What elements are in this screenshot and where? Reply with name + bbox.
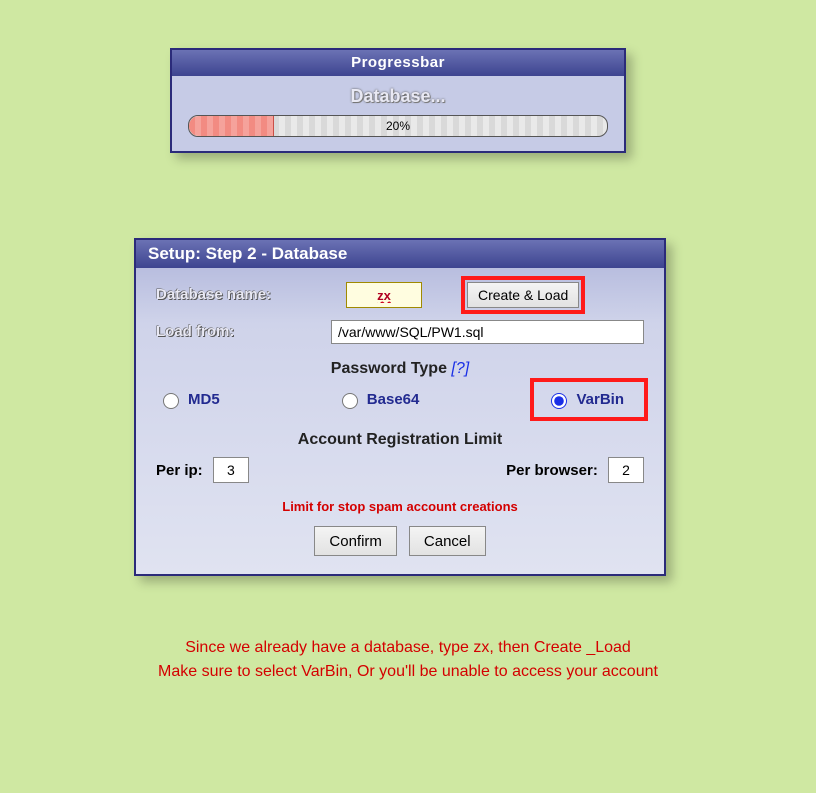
progress-panel: Progressbar Database... 20% (170, 48, 626, 153)
load-from-input[interactable] (331, 320, 644, 344)
radio-varbin-input[interactable] (551, 393, 567, 409)
radio-md5[interactable]: MD5 (158, 390, 220, 409)
setup-title: Setup: Step 2 - Database (136, 240, 664, 268)
password-type-radios: MD5 Base64 VarBin (156, 384, 644, 415)
password-type-title: Password Type [?] (156, 360, 644, 378)
password-type-help-icon[interactable]: [?] (451, 360, 469, 377)
annotation-line-2: Make sure to select VarBin, Or you'll be… (0, 660, 816, 684)
spam-note: Limit for stop spam account creations (156, 499, 644, 514)
reg-limit-title: Account Registration Limit (156, 431, 644, 449)
per-browser-group: Per browser: (506, 457, 644, 483)
progress-title: Progressbar (172, 50, 624, 76)
per-ip-label: Per ip: (156, 462, 203, 479)
radio-varbin[interactable]: VarBin (536, 384, 642, 415)
per-browser-input[interactable] (608, 457, 644, 483)
per-ip-input[interactable] (213, 457, 249, 483)
db-name-label: Database name: (156, 287, 286, 304)
create-load-button[interactable]: Create & Load (467, 282, 579, 308)
db-name-row: Database name: Create & Load (156, 282, 644, 308)
annotation-line-1: Since we already have a database, type z… (0, 636, 816, 660)
cancel-button[interactable]: Cancel (409, 526, 486, 556)
confirm-button[interactable]: Confirm (314, 526, 397, 556)
load-from-row: Load from: (156, 320, 644, 344)
action-buttons: Confirm Cancel (156, 526, 644, 556)
radio-base64-input[interactable] (342, 393, 358, 409)
progress-body: Database... 20% (172, 76, 624, 151)
progress-percent: 20% (189, 116, 607, 136)
radio-base64-label: Base64 (367, 391, 420, 408)
db-name-input[interactable] (346, 282, 422, 308)
radio-md5-input[interactable] (163, 393, 179, 409)
radio-base64[interactable]: Base64 (337, 390, 420, 409)
per-ip-group: Per ip: (156, 457, 249, 483)
radio-varbin-label: VarBin (576, 391, 624, 408)
setup-panel: Setup: Step 2 - Database Database name: … (134, 238, 666, 576)
setup-body: Database name: Create & Load Load from: … (136, 268, 664, 574)
per-browser-label: Per browser: (506, 462, 598, 479)
reg-limit-row: Per ip: Per browser: (156, 457, 644, 483)
load-from-label: Load from: (156, 324, 286, 341)
annotation-text: Since we already have a database, type z… (0, 636, 816, 684)
password-type-text: Password Type (331, 360, 447, 377)
progress-label: Database... (188, 86, 608, 107)
radio-md5-label: MD5 (188, 391, 220, 408)
progress-bar: 20% (188, 115, 608, 137)
